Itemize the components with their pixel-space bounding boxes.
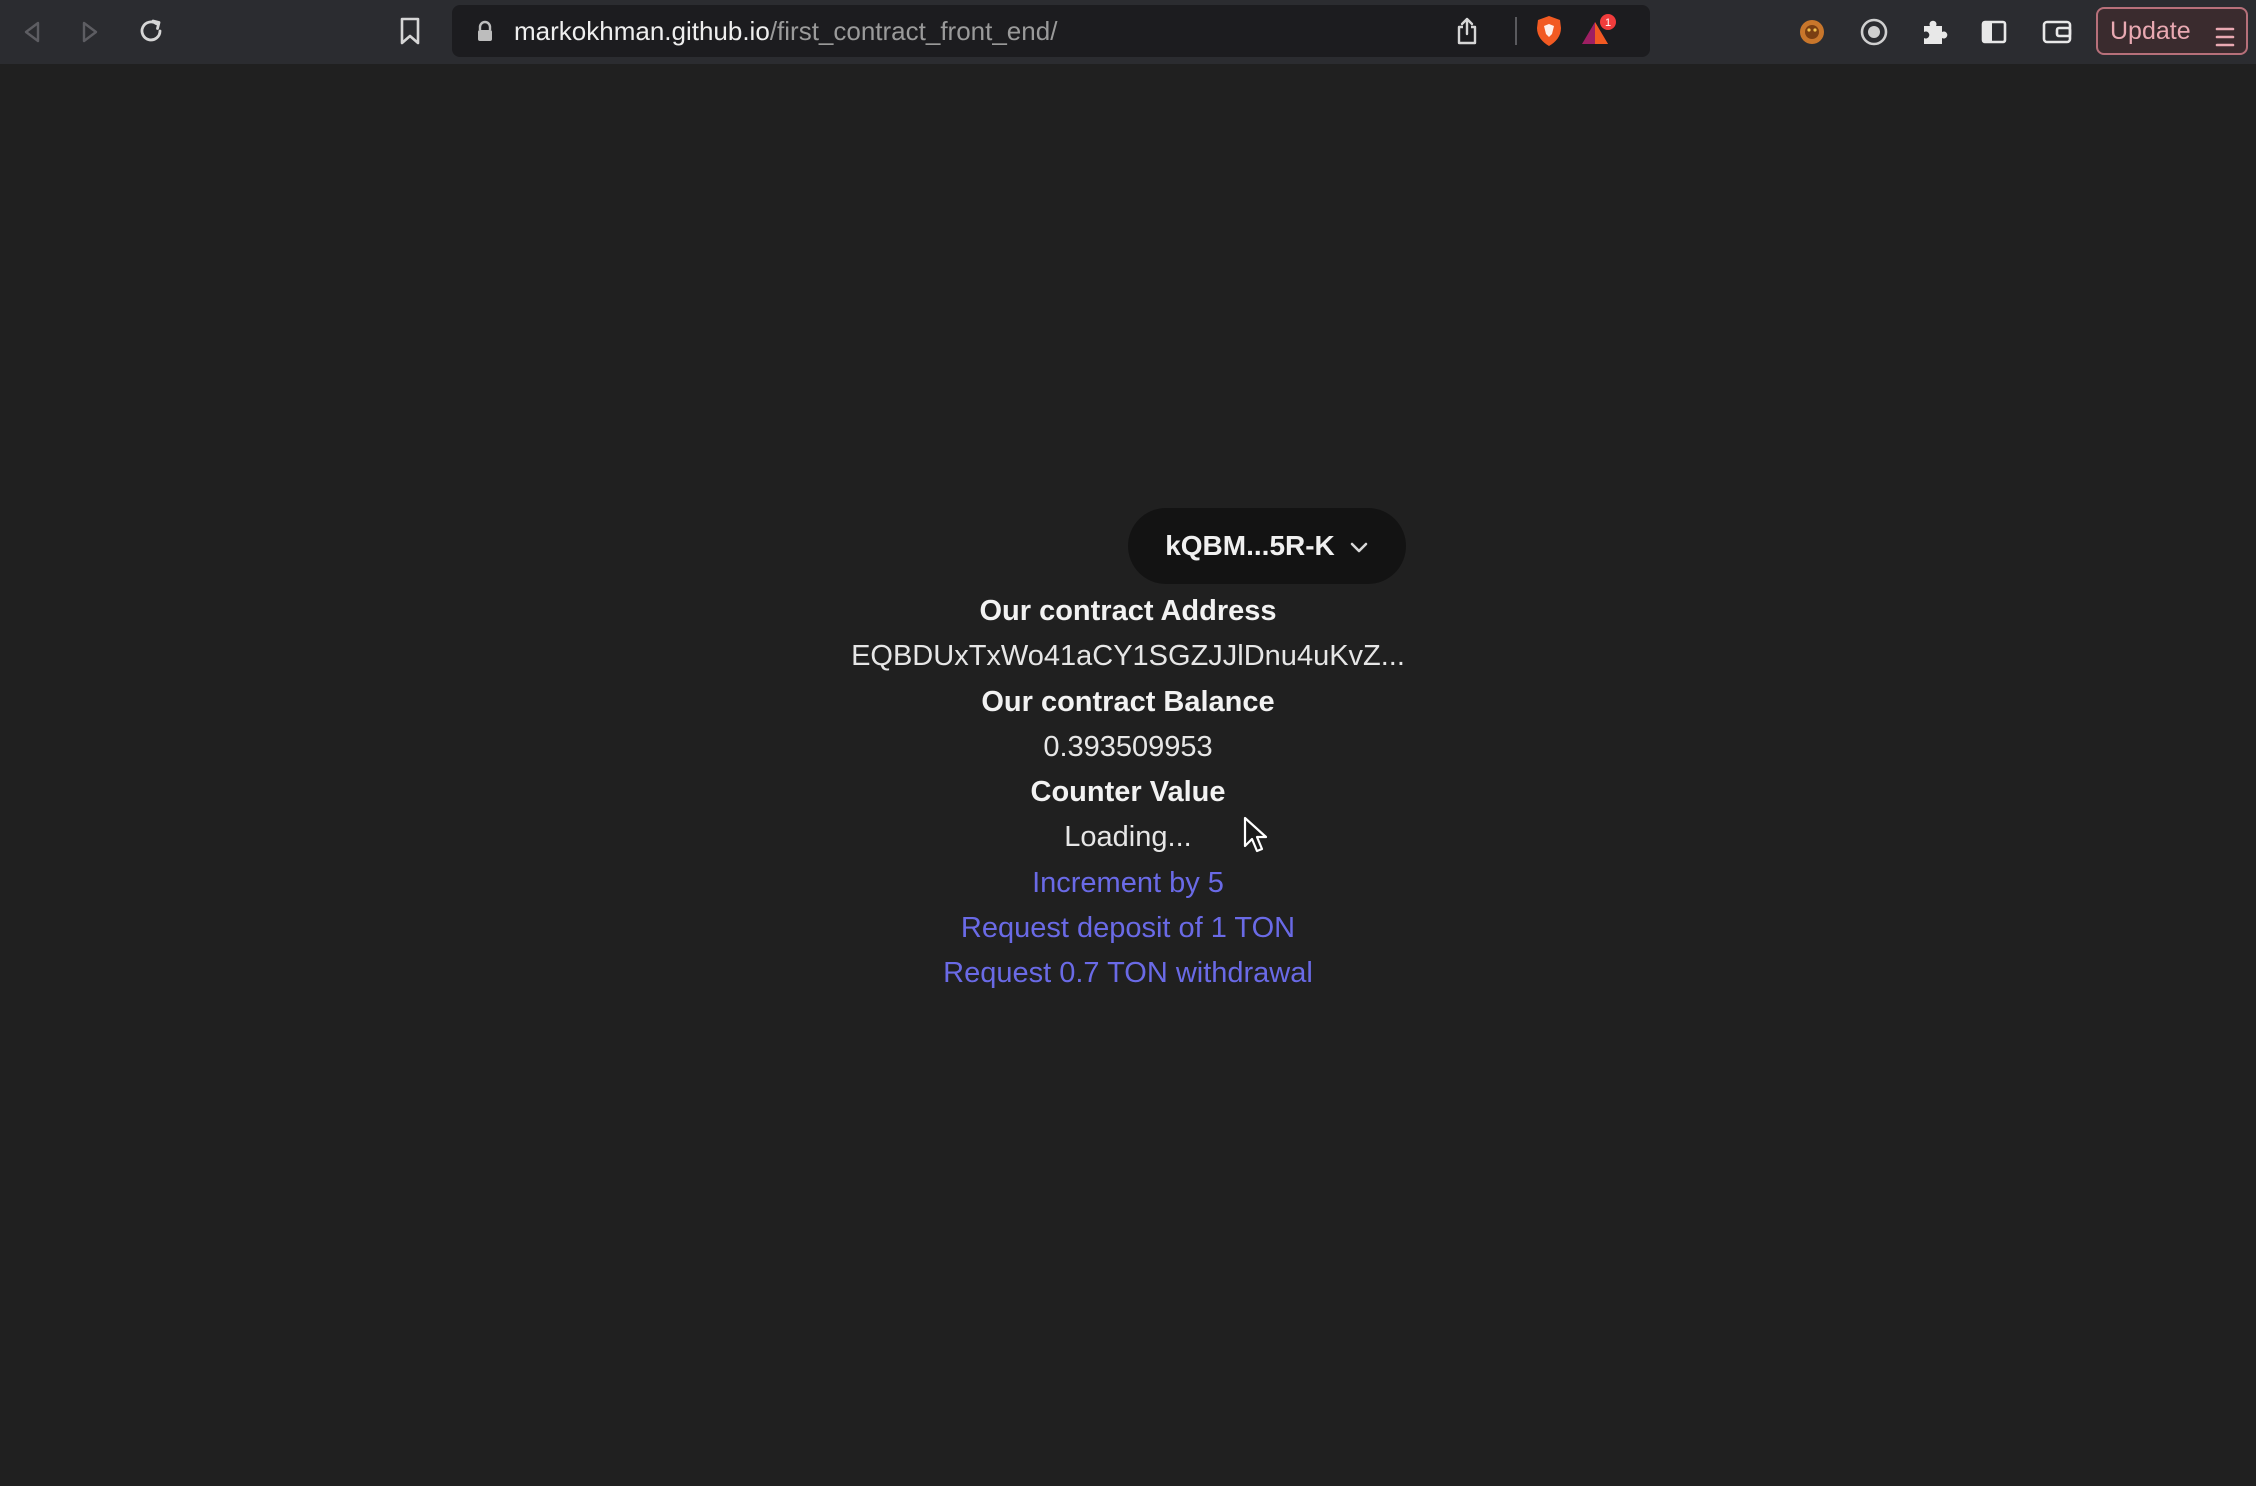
wallet-connect-button[interactable]: kQBM...5R-K: [1128, 508, 1406, 584]
withdraw-link[interactable]: Request 0.7 TON withdrawal: [943, 957, 1313, 989]
contract-balance-label: Our contract Balance: [981, 685, 1275, 718]
notification-count: 1: [1605, 17, 1611, 29]
deposit-link[interactable]: Request deposit of 1 TON: [961, 912, 1295, 944]
extensions-puzzle-icon[interactable]: [1916, 14, 1952, 50]
browser-toolbar: markokhman.github.io/first_contract_fron…: [0, 0, 2256, 64]
bookmark-icon[interactable]: [394, 14, 426, 48]
brave-shields-icon[interactable]: [1532, 13, 1566, 49]
chevron-down-icon: [1349, 530, 1369, 562]
brave-rewards-icon[interactable]: 1: [1578, 11, 1618, 51]
sidebar-icon[interactable]: [1976, 14, 2012, 50]
contract-info: Our contract Address EQBDUxTxWo41aCY1SGZ…: [0, 589, 2256, 997]
url-host: markokhman.github.io: [514, 16, 770, 46]
url-path: /first_contract_front_end/: [769, 16, 1058, 46]
share-icon[interactable]: [1452, 15, 1482, 47]
update-label: Update: [2110, 17, 2191, 45]
counter-value: Loading...: [1064, 821, 1192, 854]
wallet-icon[interactable]: [2038, 14, 2076, 50]
contract-address-label: Our contract Address: [979, 595, 1277, 627]
forward-icon[interactable]: [74, 16, 106, 48]
lock-icon: [474, 18, 496, 44]
update-button[interactable]: Update: [2096, 7, 2248, 55]
address-bar[interactable]: markokhman.github.io/first_contract_fron…: [452, 5, 1650, 57]
extension-lion-icon[interactable]: [1794, 14, 1830, 50]
reload-icon[interactable]: [134, 14, 168, 48]
url-separator: [1515, 17, 1517, 45]
counter-value-label: Counter Value: [1030, 776, 1226, 809]
back-icon[interactable]: [16, 16, 48, 48]
contract-balance-value: 0.393509953: [1043, 730, 1213, 763]
url-text[interactable]: markokhman.github.io/first_contract_fron…: [514, 5, 1057, 57]
wallet-address: kQBM...5R-K: [1165, 530, 1335, 561]
mouse-cursor-icon: [1242, 816, 1270, 861]
extension-target-icon[interactable]: [1856, 14, 1892, 50]
increment-link[interactable]: Increment by 5: [1032, 867, 1224, 899]
contract-address-value: EQBDUxTxWo41aCY1SGZJJlDnu4uKvZ...: [851, 640, 1405, 673]
menu-icon[interactable]: [2214, 19, 2236, 63]
